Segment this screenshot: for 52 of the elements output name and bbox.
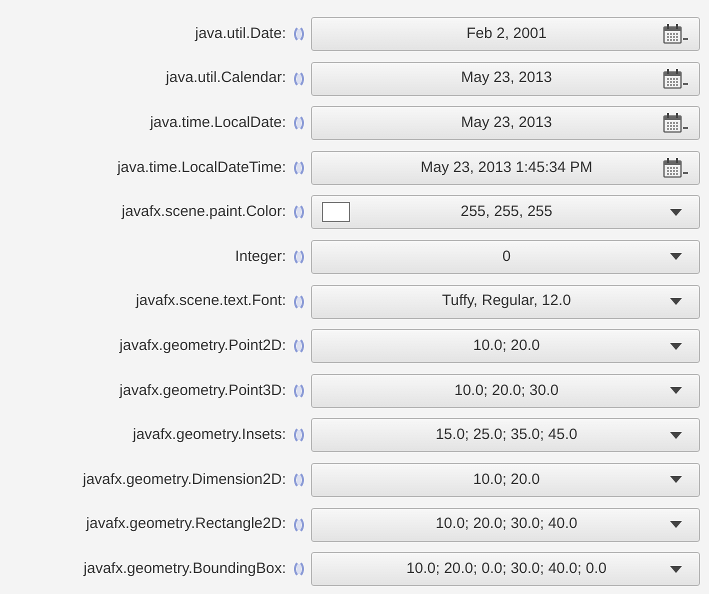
calendar-icon (663, 23, 689, 45)
property-label: java.util.Calendar: (166, 68, 286, 88)
property-label: java.time.LocalDate: (150, 112, 286, 133)
dropdown-arrow-icon (670, 432, 682, 439)
dropdown[interactable]: 10.0; 20.0; 30.0; 40.0 (311, 508, 700, 542)
calendar-icon (663, 68, 689, 90)
calendar-icon (663, 156, 689, 179)
property-label: java.time.LocalDateTime: (117, 158, 286, 178)
property-label: javafx.geometry.BoundingBox: (84, 558, 286, 579)
dropdown[interactable]: 10.0; 20.0; 0.0; 30.0; 40.0; 0.0 (311, 552, 700, 586)
property-label: javafx.scene.text.Font: (136, 291, 286, 312)
dropdown-arrow-icon (670, 387, 682, 394)
binding-icon (292, 382, 306, 399)
binding-icon (292, 160, 306, 176)
property-label: javafx.geometry.Rectangle2D: (86, 514, 286, 534)
dropdown-arrow-icon (670, 298, 682, 306)
property-label: javafx.geometry.Point2D: (120, 336, 286, 356)
binding-icon (292, 204, 306, 220)
binding-icon (292, 561, 306, 578)
color-picker[interactable]: 255, 255, 255 (311, 195, 700, 230)
binding-icon (292, 248, 306, 265)
dropdown-arrow-icon (670, 521, 682, 528)
dropdown-arrow-icon (670, 253, 682, 260)
binding-icon (292, 70, 306, 87)
binding-icon (292, 294, 306, 310)
dropdown-arrow-icon (670, 342, 682, 350)
binding-icon (292, 26, 306, 42)
property-label: javafx.geometry.Dimension2D: (82, 470, 286, 490)
binding-icon (292, 115, 306, 132)
binding-icon (292, 472, 306, 488)
date-picker[interactable]: May 23, 2013 1:45:34 PM (311, 150, 700, 185)
property-label: Integer: (235, 246, 286, 267)
dropdown[interactable]: 15.0; 25.0; 35.0; 45.0 (311, 418, 700, 452)
binding-icon (292, 516, 306, 533)
property-label: javafx.geometry.Insets: (132, 425, 286, 446)
dropdown-arrow-icon (670, 208, 682, 216)
dropdown[interactable]: 10.0; 20.0; 30.0 (311, 374, 700, 408)
property-label: javafx.scene.paint.Color: (122, 202, 286, 222)
dropdown-arrow-icon (670, 566, 682, 573)
date-picker[interactable]: Feb 2, 2001 (311, 17, 700, 51)
dropdown[interactable]: 0 (311, 240, 700, 274)
dropdown-arrow-icon (670, 476, 682, 484)
binding-icon (292, 338, 306, 354)
property-label: javafx.geometry.Point3D: (120, 380, 286, 400)
binding-icon (292, 427, 306, 444)
date-picker[interactable]: May 23, 2013 (311, 62, 700, 96)
dropdown[interactable]: 10.0; 20.0 (311, 329, 700, 364)
calendar-icon (663, 112, 689, 134)
dropdown[interactable]: Tuffy, Regular, 12.0 (311, 284, 700, 319)
dropdown[interactable]: 10.0; 20.0 (311, 462, 700, 497)
property-label: java.util.Date: (195, 24, 286, 44)
date-picker[interactable]: May 23, 2013 (311, 106, 700, 140)
